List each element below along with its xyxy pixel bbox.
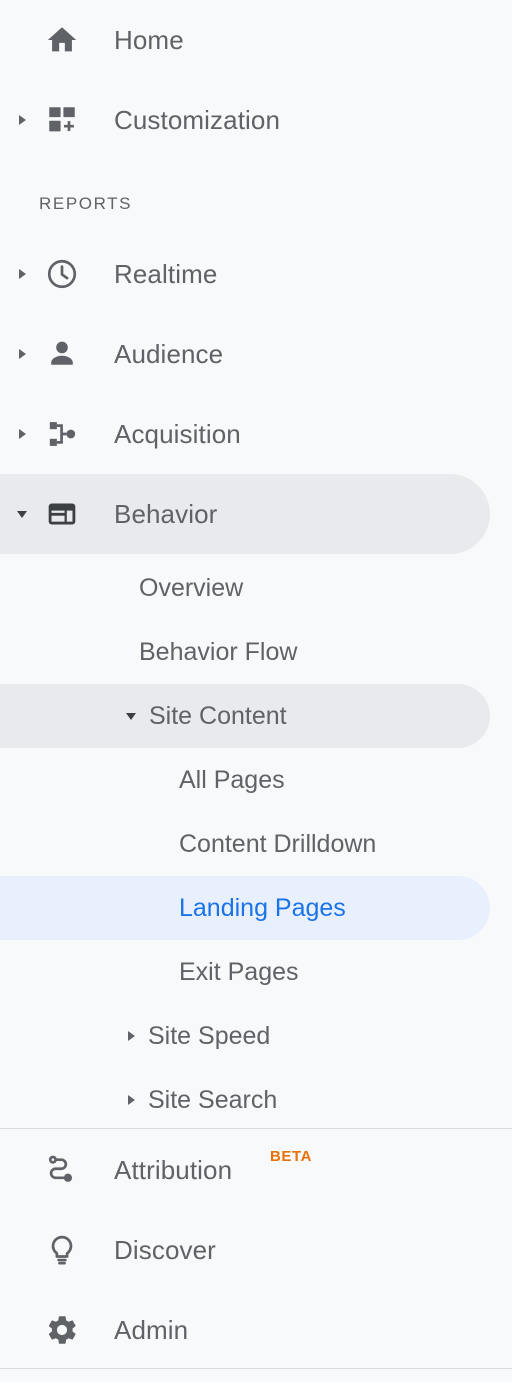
sidebar-item-acquisition[interactable]: Acquisition	[0, 394, 490, 474]
sidebar-subitem-label-content-drilldown: Content Drilldown	[179, 829, 377, 858]
sidebar-subitem-exit-pages[interactable]: Exit Pages	[0, 940, 490, 1004]
section-header-reports: REPORTS	[39, 194, 133, 213]
home-icon	[43, 21, 81, 59]
chevron-right-icon[interactable]	[14, 112, 30, 128]
chevron-right-icon[interactable]	[14, 426, 30, 442]
chevron-right-icon[interactable]	[124, 1029, 138, 1043]
chevron-down-icon[interactable]	[124, 709, 138, 723]
chevron-down-icon[interactable]	[14, 506, 30, 522]
sidebar-subitem-all-pages[interactable]: All Pages	[0, 748, 490, 812]
gear-icon	[43, 1311, 81, 1349]
clock-icon	[43, 255, 81, 293]
sidebar-item-home[interactable]: Home	[0, 0, 490, 80]
sidebar-subitem-label-site-content: Site Content	[149, 701, 287, 730]
sidebar-item-label-customization: Customization	[114, 104, 281, 135]
customization-grid-icon	[43, 101, 81, 139]
sidebar-subitem-site-search[interactable]: Site Search	[0, 1068, 490, 1132]
sidebar-item-label-acquisition: Acquisition	[114, 418, 241, 449]
sidebar-item-label-behavior: Behavior	[114, 498, 218, 529]
lightbulb-icon	[43, 1231, 81, 1269]
sidebar-subitem-label-overview: Overview	[139, 573, 244, 602]
sidebar-item-label-audience: Audience	[114, 338, 224, 369]
sidebar-subitem-landing-pages[interactable]: Landing Pages	[0, 876, 490, 940]
sidebar-subitem-label-site-speed: Site Speed	[148, 1021, 271, 1050]
sidebar-item-label-discover: Discover	[114, 1234, 216, 1265]
chevron-right-icon[interactable]	[14, 346, 30, 362]
sidebar-subitem-label-site-search: Site Search	[148, 1085, 278, 1114]
divider-top	[0, 1128, 512, 1129]
acquisition-nodes-icon	[43, 415, 81, 453]
sidebar-item-label-admin: Admin	[114, 1314, 189, 1345]
sidebar-subitem-label-landing-pages: Landing Pages	[179, 893, 346, 922]
analytics-sidebar: Home Customization REPORTS Realtime Audi…	[0, 0, 512, 1382]
sidebar-subitem-behavior-flow[interactable]: Behavior Flow	[0, 620, 490, 684]
sidebar-item-label-realtime: Realtime	[114, 258, 218, 289]
sidebar-subitem-label-all-pages: All Pages	[179, 765, 285, 794]
status-badge-beta: BETA	[270, 1148, 313, 1165]
sidebar-item-behavior[interactable]: Behavior	[0, 474, 490, 554]
chevron-right-icon[interactable]	[124, 1093, 138, 1107]
sidebar-subitem-overview[interactable]: Overview	[0, 556, 490, 620]
sidebar-item-audience[interactable]: Audience	[0, 314, 490, 394]
sidebar-subitem-site-content[interactable]: Site Content	[0, 684, 490, 748]
sidebar-item-label-home: Home	[114, 24, 184, 55]
sidebar-subitem-label-behavior-flow: Behavior Flow	[139, 637, 298, 666]
person-icon	[43, 335, 81, 373]
sidebar-item-label-attribution: Attribution	[114, 1154, 233, 1185]
chevron-right-icon[interactable]	[14, 266, 30, 282]
sidebar-item-discover[interactable]: Discover	[0, 1210, 490, 1290]
sidebar-item-admin[interactable]: Admin	[0, 1290, 490, 1370]
behavior-layout-icon	[43, 495, 81, 533]
sidebar-item-realtime[interactable]: Realtime	[0, 234, 490, 314]
sidebar-subitem-site-speed[interactable]: Site Speed	[0, 1004, 490, 1068]
divider-bottom	[0, 1368, 512, 1369]
sidebar-item-customization[interactable]: Customization	[0, 80, 490, 160]
sidebar-item-attribution[interactable]: Attribution BETA	[0, 1130, 490, 1210]
sidebar-subitem-label-exit-pages: Exit Pages	[179, 957, 299, 986]
sidebar-subitem-content-drilldown[interactable]: Content Drilldown	[0, 812, 490, 876]
attribution-path-icon	[43, 1151, 81, 1189]
